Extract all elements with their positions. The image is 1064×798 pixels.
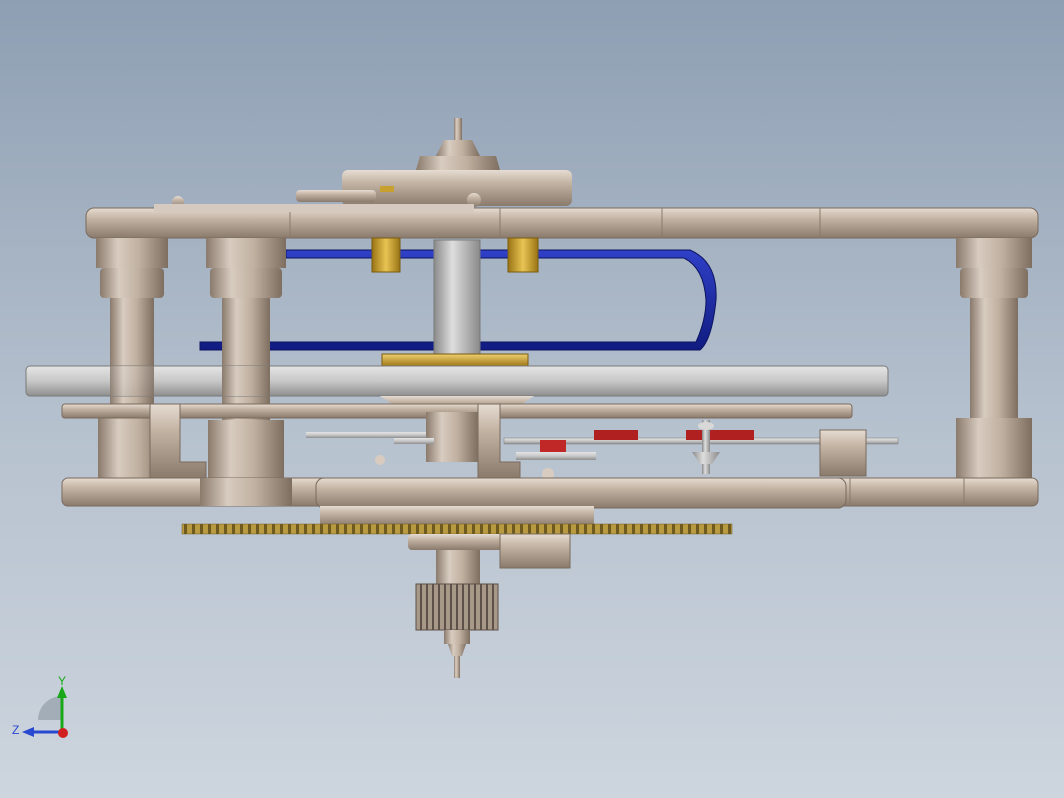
coordinate-triad: Y Z [12,674,68,738]
z-axis-arrowhead [22,727,34,737]
z-axis-label: Z [12,723,19,737]
balance-cock-cap [296,118,572,206]
graphics-viewport[interactable]: Y Z [0,0,1064,798]
lower-pinion [408,533,571,678]
main-plate [61,477,1039,526]
y-axis-label: Y [58,674,66,688]
triad-plane-icon [38,696,62,720]
pillar-right [956,238,1032,478]
pillar-left-inner [206,238,286,478]
x-axis-dot [58,728,68,738]
brass-wheel [181,523,733,535]
movement-model-view[interactable] [0,0,1064,798]
escapement [306,420,899,480]
